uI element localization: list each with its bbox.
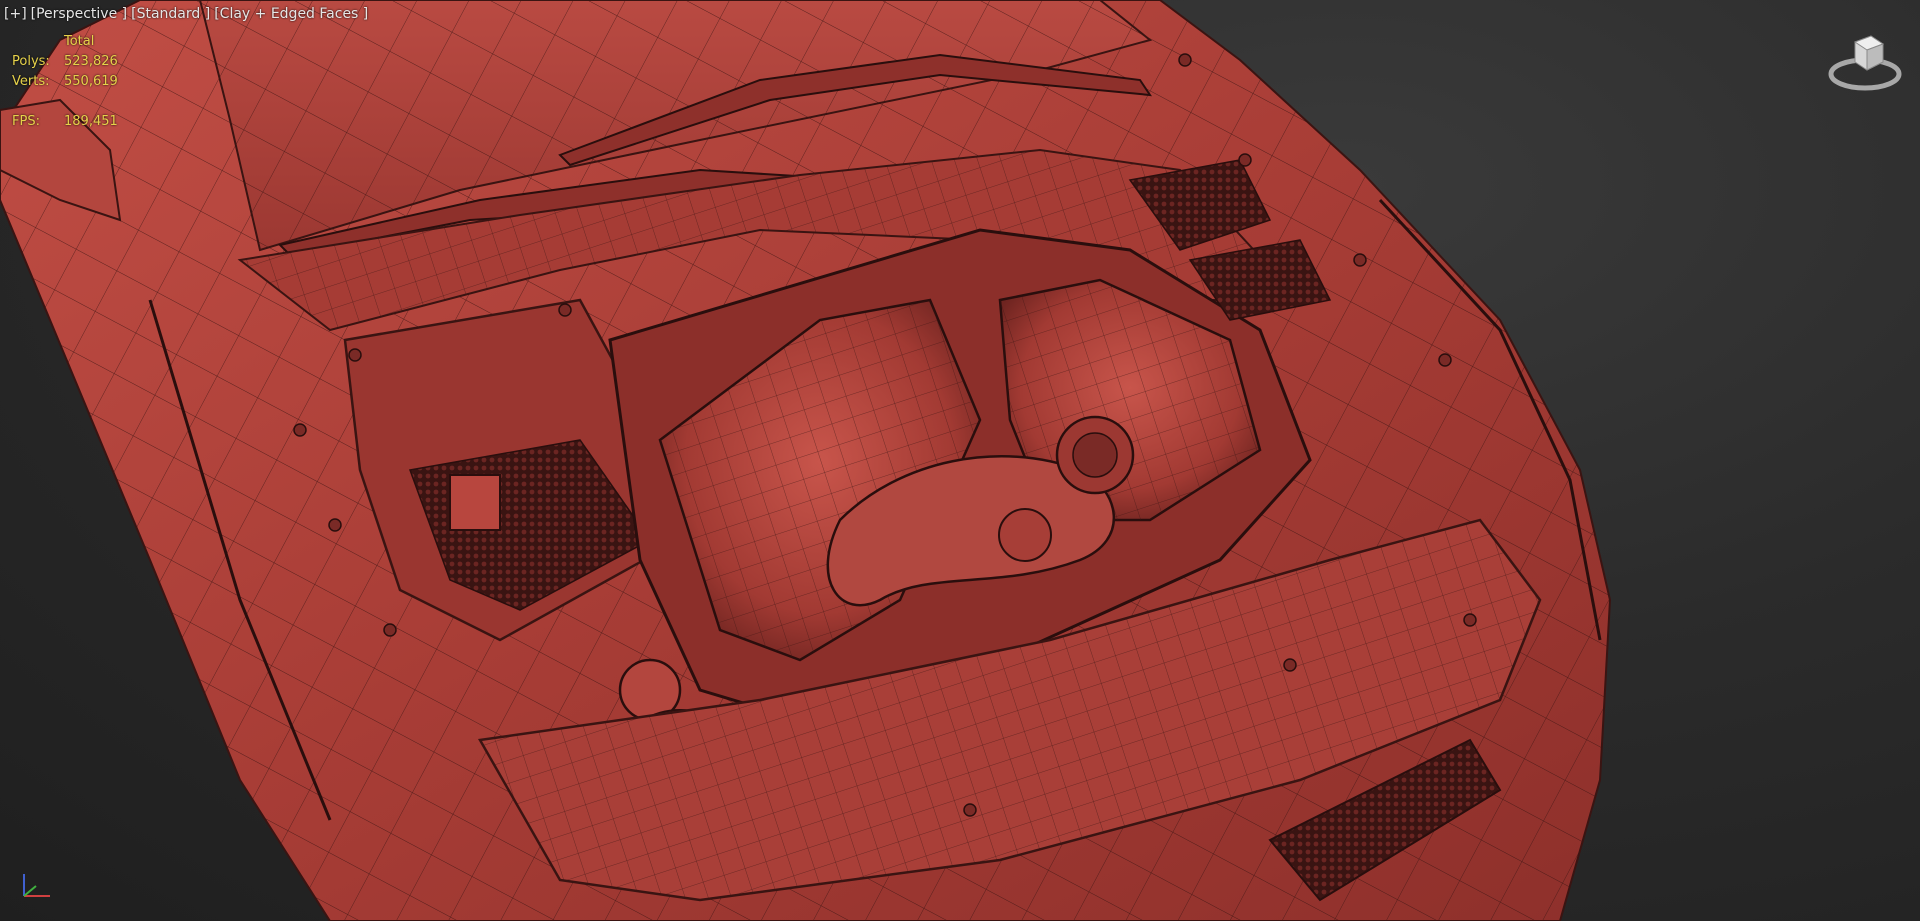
battery-terminal[interactable] (449, 474, 501, 531)
axis-tripod-icon (23, 874, 50, 897)
stats-fps-row: FPS: 189,451 (12, 112, 118, 132)
stats-polys-label: Polys: (12, 54, 50, 69)
perspective-viewport[interactable]: [+] [Perspective ] [Standard ] [Clay + E… (0, 0, 1920, 921)
viewport-menu-standard[interactable]: [Standard ] (131, 6, 210, 22)
stats-verts-label: Verts: (12, 74, 50, 89)
statistics-overlay: Total Polys: 523,826 Verts: 550,619 FPS:… (12, 32, 118, 132)
stats-polys-row: Polys: 523,826 (12, 52, 118, 72)
stats-total-header: Total (64, 34, 95, 49)
viewport-menu-perspective[interactable]: [Perspective ] (31, 6, 127, 22)
viewport-scene[interactable] (0, 0, 1920, 921)
oil-filler-cap[interactable] (998, 508, 1052, 562)
viewcube-icon[interactable] (1825, 28, 1905, 98)
stats-fps-value: 189,451 (64, 114, 118, 129)
viewport-menu-plus[interactable]: [+] (4, 6, 27, 22)
viewport-label-menu[interactable]: [+] [Perspective ] [Standard ] [Clay + E… (4, 6, 368, 22)
viewport-menu-shading[interactable]: [Clay + Edged Faces ] (214, 6, 368, 22)
stats-verts-row: Verts: 550,619 (12, 72, 118, 92)
stats-polys-value: 523,826 (64, 54, 118, 69)
stats-verts-value: 550,619 (64, 74, 118, 89)
stats-fps-label: FPS: (12, 114, 40, 129)
